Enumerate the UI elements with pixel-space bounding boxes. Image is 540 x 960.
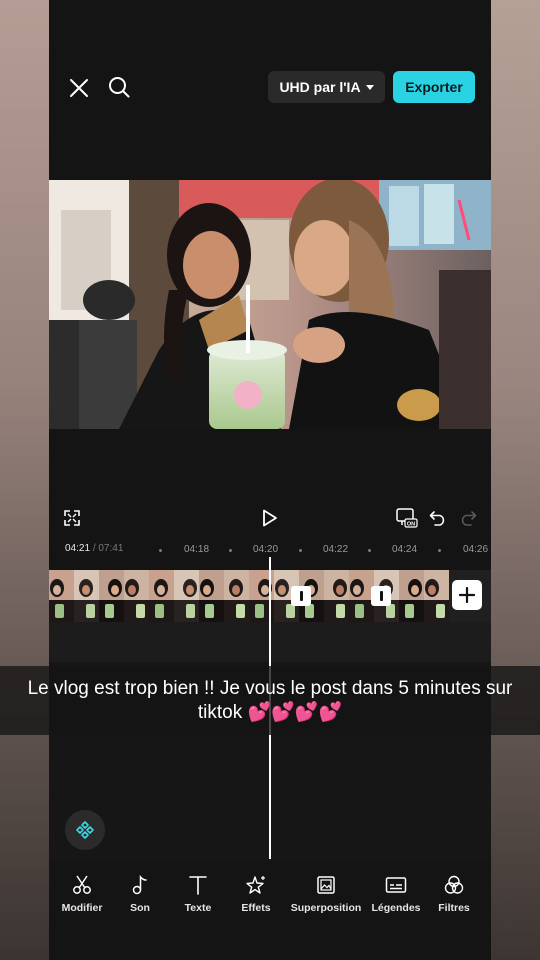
text-icon [185, 872, 211, 898]
export-button[interactable]: Exporter [393, 71, 475, 103]
fullscreen-icon [64, 510, 80, 526]
video-frame-image [49, 180, 491, 429]
filters-icon [441, 872, 467, 898]
transition-marker[interactable] [371, 586, 391, 606]
tool-superposition[interactable]: Superposition [286, 872, 366, 914]
tick-label: 04:22 [323, 544, 349, 555]
clip-thumbnail [424, 570, 449, 622]
caption-text: Le vlog est trop bien !! Je vous le post… [27, 677, 513, 723]
clip-thumbnail [199, 570, 224, 622]
play-icon [263, 509, 277, 527]
tick-dot [159, 549, 162, 552]
tick-dot [368, 549, 371, 552]
quality-dropdown[interactable]: UHD par l'IA [268, 71, 385, 103]
clip-thumbnail [124, 570, 149, 622]
clip-thumbnail [174, 570, 199, 622]
clip-thumbnail [74, 570, 99, 622]
clip-thumbnail [49, 570, 74, 622]
tool-label: Filtres [438, 902, 470, 914]
time-separator: / [92, 543, 96, 554]
tick-dot [438, 549, 441, 552]
keyframe-button[interactable] [65, 810, 105, 850]
captions-toggle-button[interactable]: ON [395, 506, 419, 530]
tool-filtres[interactable]: Filtres [414, 872, 491, 914]
undo-button[interactable] [426, 506, 450, 530]
sparkle-star-icon [243, 872, 269, 898]
video-editor-app: UHD par l'IA Exporter ON 04:21 / 07:41 0… [49, 0, 491, 960]
tool-label: Superposition [290, 902, 362, 914]
fullscreen-button[interactable] [60, 506, 84, 530]
time-display: 04:21 / 07:41 [65, 543, 123, 554]
captions-on-icon: ON [396, 508, 418, 528]
overlay-icon [313, 872, 339, 898]
tick-dot [229, 549, 232, 552]
total-time: 07:41 [98, 543, 124, 554]
quality-label: UHD par l'IA [279, 79, 361, 95]
music-note-icon [127, 872, 153, 898]
background-left-panel [0, 0, 49, 960]
tool-label: Son [130, 902, 150, 914]
clip-thumbnail [149, 570, 174, 622]
tick-label: 04:24 [392, 544, 418, 555]
clip-thumbnail [99, 570, 124, 622]
player-background [49, 429, 491, 509]
plus-icon [459, 587, 475, 603]
undo-icon [429, 511, 445, 526]
tick-dot [299, 549, 302, 552]
tool-label: Modifier [61, 902, 103, 914]
add-clip-button[interactable] [452, 580, 482, 610]
clip-thumbnail [324, 570, 349, 622]
search-button[interactable] [105, 73, 133, 101]
close-button[interactable] [65, 74, 93, 102]
clip-thumbnail [399, 570, 424, 622]
play-button[interactable] [258, 506, 282, 530]
search-icon [109, 77, 130, 98]
scissors-icon [69, 872, 95, 898]
bottom-toolbar: Modifier Son Texte Effets Superposition [49, 862, 491, 960]
top-bar: UHD par l'IA Exporter [49, 0, 491, 180]
redo-button[interactable] [456, 506, 480, 530]
tick-label: 04:20 [253, 544, 279, 555]
close-icon [70, 79, 88, 97]
transition-marker[interactable] [291, 586, 311, 606]
tick-label: 04:26 [463, 544, 489, 555]
chevron-down-icon [365, 84, 374, 90]
tool-effets[interactable]: Effets [216, 872, 296, 914]
keyframe-icon [76, 821, 94, 839]
current-time: 04:21 [65, 543, 91, 554]
player-controls: ON [49, 500, 491, 534]
redo-icon [461, 511, 477, 526]
svg-text:ON: ON [407, 522, 415, 528]
clip-thumbnail [224, 570, 249, 622]
tool-label: Texte [184, 902, 212, 914]
tick-label: 04:18 [184, 544, 210, 555]
caption-overlay: Le vlog est trop bien !! Je vous le post… [0, 666, 540, 735]
background-right-panel [491, 0, 540, 960]
tool-label: Effets [241, 902, 271, 914]
video-preview[interactable] [49, 180, 491, 429]
captions-icon [383, 872, 409, 898]
